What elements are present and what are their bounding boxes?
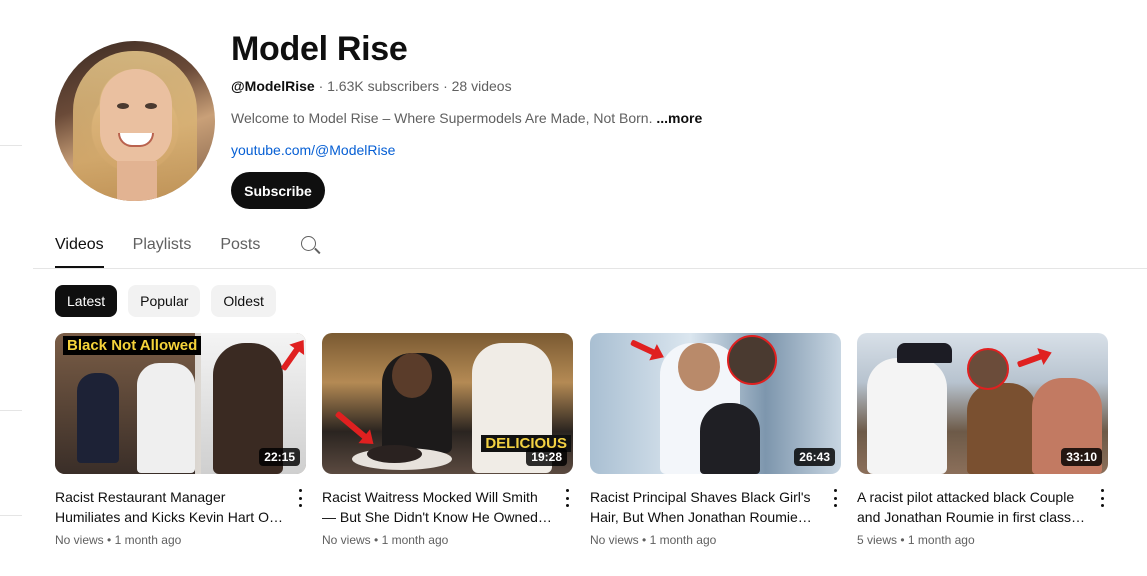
subscriber-count: 1.63K subscribers — [327, 78, 440, 94]
view-count: No views — [322, 533, 371, 547]
tabs-divider — [33, 268, 1147, 269]
video-duration: 33:10 — [1061, 448, 1102, 466]
video-meta: 5 views • 1 month ago — [857, 533, 1108, 547]
more-link[interactable]: ...more — [656, 110, 702, 126]
channel-link[interactable]: youtube.com/@ModelRise — [231, 142, 395, 158]
description-text: Welcome to Model Rise – Where Supermodel… — [231, 110, 653, 126]
more-vert-icon[interactable] — [565, 489, 569, 507]
sort-chips: Latest Popular Oldest — [55, 285, 276, 317]
upload-age: 1 month ago — [114, 533, 182, 547]
more-vert-icon[interactable] — [1100, 489, 1104, 507]
video-duration: 26:43 — [794, 448, 835, 466]
meta-dot: · — [318, 78, 328, 94]
subscribe-button[interactable]: Subscribe — [231, 172, 325, 209]
video-thumbnail[interactable]: DELICIOUS 19:28 — [322, 333, 573, 474]
video-meta: No views • 1 month ago — [55, 533, 306, 547]
video-title[interactable]: Racist Restaurant Manager Humiliates and… — [55, 487, 285, 527]
chip-popular[interactable]: Popular — [128, 285, 201, 317]
left-rail-divider — [0, 515, 22, 516]
channel-tabs: Videos Playlists Posts — [55, 230, 321, 268]
video-thumbnail[interactable]: 26:43 — [590, 333, 841, 474]
view-count: 5 views — [857, 533, 898, 547]
meta-separator: • — [107, 533, 115, 547]
chip-latest[interactable]: Latest — [55, 285, 118, 317]
video-meta: No views • 1 month ago — [590, 533, 841, 547]
upload-age: 1 month ago — [381, 533, 449, 547]
meta-separator: • — [642, 533, 650, 547]
video-thumbnail[interactable]: 33:10 — [857, 333, 1108, 474]
video-card[interactable]: 33:10 A racist pilot attacked black Coup… — [857, 333, 1108, 547]
search-icon[interactable] — [299, 234, 321, 256]
video-title[interactable]: A racist pilot attacked black Couple and… — [857, 487, 1087, 527]
channel-name: Model Rise — [231, 30, 408, 68]
chip-oldest[interactable]: Oldest — [211, 285, 276, 317]
meta-separator: • — [900, 533, 908, 547]
video-duration: 19:28 — [526, 448, 567, 466]
video-duration: 22:15 — [259, 448, 300, 466]
video-title[interactable]: Racist Principal Shaves Black Girl's Hai… — [590, 487, 820, 527]
thumbnail-text: Black Not Allowed — [63, 336, 202, 355]
tab-playlists[interactable]: Playlists — [133, 230, 192, 268]
upload-age: 1 month ago — [649, 533, 717, 547]
left-rail-divider — [0, 145, 22, 146]
left-rail-divider — [0, 410, 22, 411]
video-card[interactable]: Black Not Allowed 22:15 Racist Restauran… — [55, 333, 306, 547]
channel-meta: @ModelRise · 1.63K subscribers · 28 vide… — [231, 78, 512, 94]
channel-description[interactable]: Welcome to Model Rise – Where Supermodel… — [231, 110, 702, 126]
more-vert-icon[interactable] — [833, 489, 837, 507]
video-count: 28 videos — [451, 78, 512, 94]
tab-posts[interactable]: Posts — [220, 230, 260, 268]
more-vert-icon[interactable] — [298, 489, 302, 507]
meta-separator: • — [374, 533, 382, 547]
video-meta: No views • 1 month ago — [322, 533, 573, 547]
meta-dot: · — [443, 78, 452, 94]
video-title[interactable]: Racist Waitress Mocked Will Smith — But … — [322, 487, 552, 527]
upload-age: 1 month ago — [907, 533, 975, 547]
video-thumbnail[interactable]: Black Not Allowed 22:15 — [55, 333, 306, 474]
tab-videos[interactable]: Videos — [55, 230, 104, 268]
video-card[interactable]: 26:43 Racist Principal Shaves Black Girl… — [590, 333, 841, 547]
view-count: No views — [590, 533, 639, 547]
video-card[interactable]: DELICIOUS 19:28 Racist Waitress Mocked W… — [322, 333, 573, 547]
channel-avatar[interactable] — [55, 41, 215, 201]
channel-handle: @ModelRise — [231, 78, 315, 94]
view-count: No views — [55, 533, 104, 547]
